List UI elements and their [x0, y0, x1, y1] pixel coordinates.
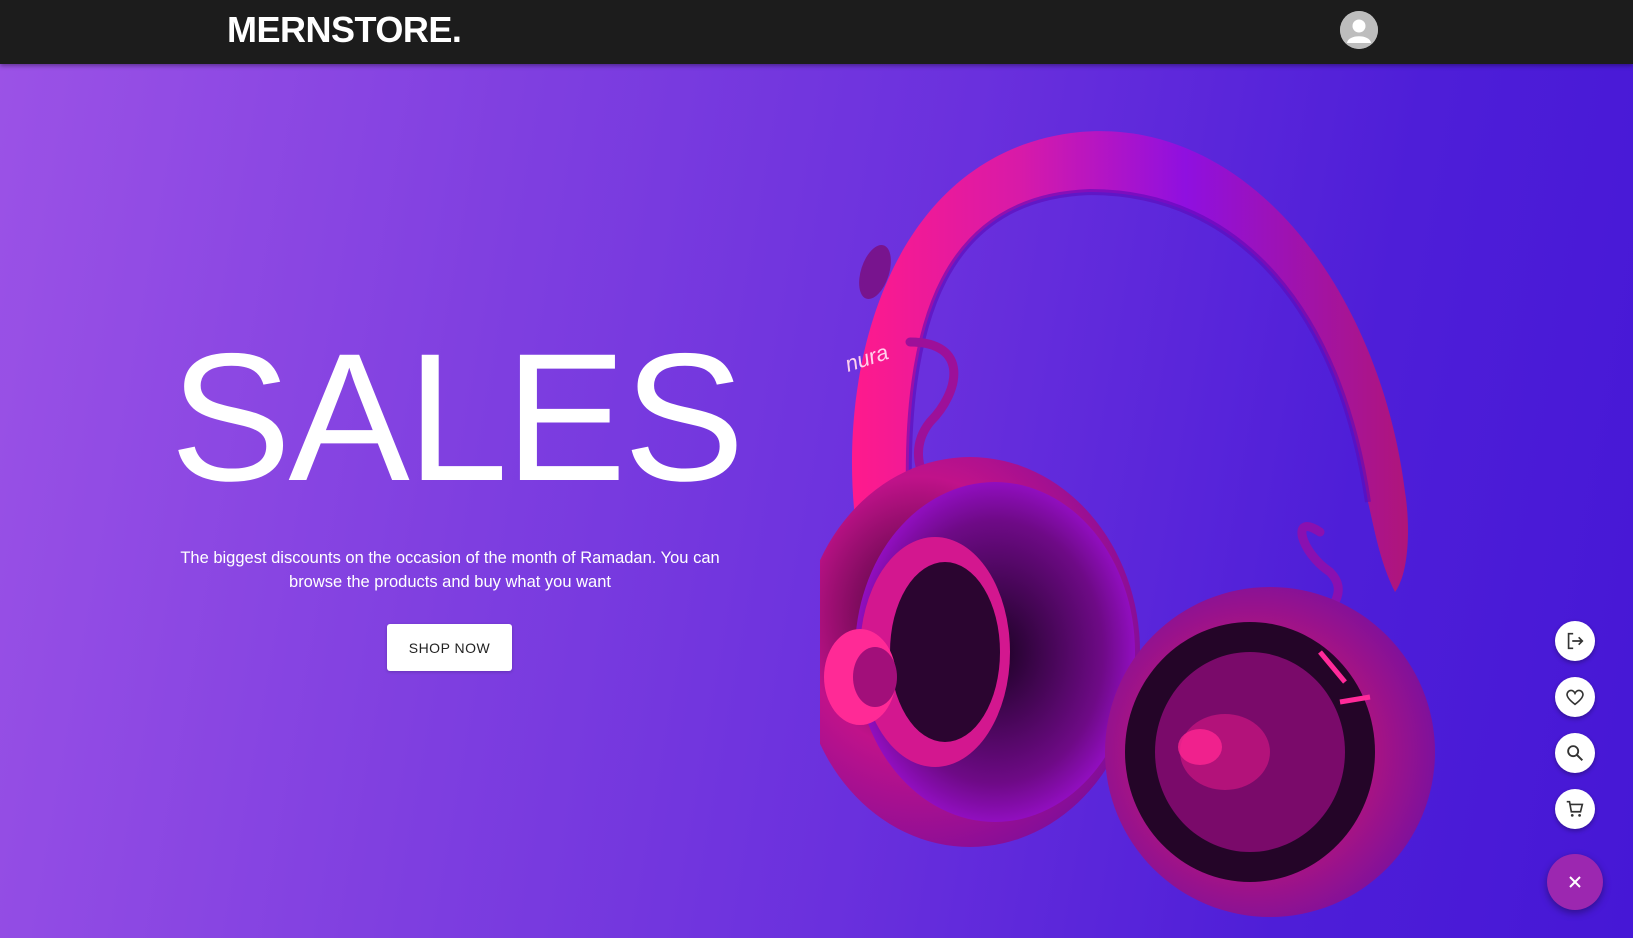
search-icon — [1567, 745, 1584, 762]
logout-button[interactable] — [1555, 621, 1595, 661]
wishlist-button[interactable] — [1555, 677, 1595, 717]
close-icon — [1569, 876, 1581, 888]
speed-dial-toggle-button[interactable] — [1547, 854, 1603, 910]
heart-icon — [1566, 689, 1584, 706]
navbar: MERNSTORE. — [0, 0, 1633, 64]
cart-button[interactable] — [1555, 789, 1595, 829]
hero-banner: SALES The biggest discounts on the occas… — [0, 64, 1633, 938]
search-button[interactable] — [1555, 733, 1595, 773]
headphones-image: nura — [820, 131, 1435, 917]
shop-now-button[interactable]: SHOP NOW — [387, 624, 512, 671]
hero-description: The biggest discounts on the occasion of… — [180, 549, 720, 591]
logout-icon — [1567, 632, 1584, 650]
cart-icon — [1566, 800, 1584, 817]
account-circle-icon — [1340, 11, 1378, 49]
site-logo[interactable]: MERNSTORE. — [227, 9, 462, 51]
hero-title: SALES — [170, 315, 745, 519]
account-avatar-button[interactable] — [1340, 11, 1378, 49]
